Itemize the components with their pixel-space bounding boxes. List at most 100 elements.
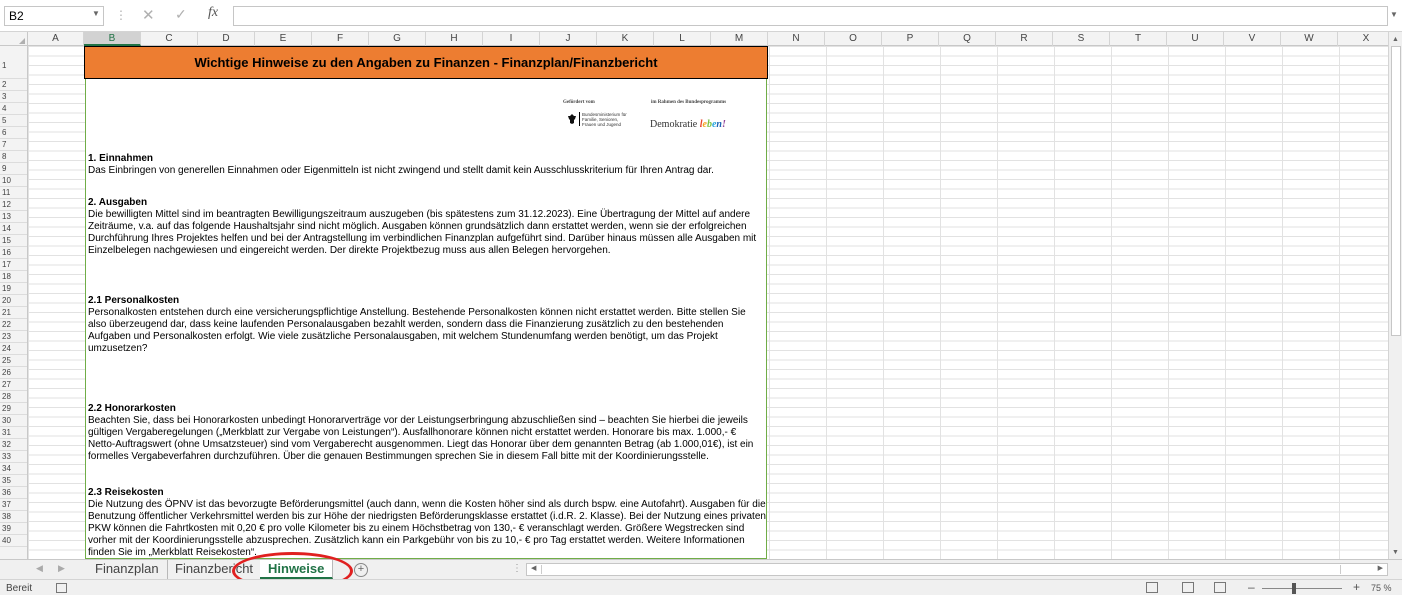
add-sheet-icon[interactable]: + <box>354 563 368 577</box>
row-header-13[interactable]: 13 <box>0 211 27 223</box>
scroll-up-icon[interactable]: ▲ <box>1392 36 1399 43</box>
row-header-5[interactable]: 5 <box>0 115 27 127</box>
macro-recording-icon[interactable] <box>56 583 67 593</box>
row-header-11[interactable]: 11 <box>0 187 27 199</box>
row-header-17[interactable]: 17 <box>0 259 27 271</box>
row-header-33[interactable]: 33 <box>0 451 27 463</box>
row-header-24[interactable]: 24 <box>0 343 27 355</box>
column-header-q[interactable]: Q <box>939 32 996 46</box>
column-header-d[interactable]: D <box>198 32 255 46</box>
row-header-28[interactable]: 28 <box>0 391 27 403</box>
zoom-level[interactable]: 75 % <box>1371 583 1392 593</box>
row-header-1[interactable]: 1 <box>0 46 27 79</box>
row-header-2[interactable]: 2 <box>0 79 27 91</box>
row-header-27[interactable]: 27 <box>0 379 27 391</box>
row-header-18[interactable]: 18 <box>0 271 27 283</box>
row-header-23[interactable]: 23 <box>0 331 27 343</box>
next-sheet-icon[interactable]: ▶ <box>58 563 65 574</box>
program-accent: leben! <box>699 119 726 130</box>
zoom-slider-thumb[interactable] <box>1292 583 1296 594</box>
column-header-h[interactable]: H <box>426 32 483 46</box>
row-header-10[interactable]: 10 <box>0 175 27 187</box>
row-header-4[interactable]: 4 <box>0 103 27 115</box>
column-header-i[interactable]: I <box>483 32 540 46</box>
row-header-12[interactable]: 12 <box>0 199 27 211</box>
row-header-36[interactable]: 36 <box>0 487 27 499</box>
formula-input[interactable] <box>233 6 1388 26</box>
sheet-tab-bar: ◀ ▶ Finanzplan Finanzbericht Hinweise + ⋮ … <box>0 559 1402 579</box>
insert-function-button[interactable]: fx <box>208 5 218 21</box>
row-header-37[interactable]: 37 <box>0 499 27 511</box>
row-header-15[interactable]: 15 <box>0 235 27 247</box>
page-layout-view-icon[interactable] <box>1182 582 1194 593</box>
expand-formula-bar-icon[interactable]: ▼ <box>1390 10 1398 19</box>
column-header-x[interactable]: X <box>1338 32 1395 46</box>
zoom-in-button[interactable]: + <box>1353 580 1360 594</box>
column-header-m[interactable]: M <box>711 32 768 46</box>
row-header-40[interactable]: 40 <box>0 535 27 547</box>
tab-split-handle[interactable]: ⋮ <box>512 563 522 574</box>
row-header-8[interactable]: 8 <box>0 151 27 163</box>
column-header-c[interactable]: C <box>141 32 198 46</box>
column-header-p[interactable]: P <box>882 32 939 46</box>
scroll-down-icon[interactable]: ▼ <box>1392 549 1399 556</box>
column-header-g[interactable]: G <box>369 32 426 46</box>
column-header-a[interactable]: A <box>28 32 84 46</box>
row-header-3[interactable]: 3 <box>0 91 27 103</box>
column-header-s[interactable]: S <box>1053 32 1110 46</box>
row-header-14[interactable]: 14 <box>0 223 27 235</box>
column-header-u[interactable]: U <box>1167 32 1224 46</box>
row-header-30[interactable]: 30 <box>0 415 27 427</box>
zoom-out-button[interactable]: – <box>1248 580 1255 594</box>
name-box[interactable]: B2 <box>4 6 104 26</box>
column-header-r[interactable]: R <box>996 32 1053 46</box>
section-1: 1. Einnahmen Das Einbringen von generelle… <box>88 153 766 177</box>
column-header-b[interactable]: B <box>84 32 141 46</box>
sheet-tab-finanzplan[interactable]: Finanzplan <box>87 560 168 579</box>
row-header-9[interactable]: 9 <box>0 163 27 175</box>
row-header-20[interactable]: 20 <box>0 295 27 307</box>
page-break-preview-icon[interactable] <box>1214 582 1226 593</box>
column-header-o[interactable]: O <box>825 32 882 46</box>
column-header-t[interactable]: T <box>1110 32 1167 46</box>
row-header-25[interactable]: 25 <box>0 355 27 367</box>
column-header-w[interactable]: W <box>1281 32 1338 46</box>
column-header-l[interactable]: L <box>654 32 711 46</box>
previous-sheet-icon[interactable]: ◀ <box>36 563 43 574</box>
row-header-39[interactable]: 39 <box>0 523 27 535</box>
column-header-k[interactable]: K <box>597 32 654 46</box>
row-header-6[interactable]: 6 <box>0 127 27 139</box>
horizontal-scroll-thumb[interactable] <box>541 565 1341 574</box>
sheet-title-cell[interactable]: Wichtige Hinweise zu den Angaben zu Fina… <box>84 46 768 79</box>
select-all-button[interactable] <box>0 32 28 46</box>
horizontal-scrollbar[interactable]: ◀ ▶ <box>526 563 1388 576</box>
row-header-26[interactable]: 26 <box>0 367 27 379</box>
row-header-29[interactable]: 29 <box>0 403 27 415</box>
sheet-tab-finanzbericht[interactable]: Finanzbericht <box>167 560 263 579</box>
row-header-19[interactable]: 19 <box>0 283 27 295</box>
vertical-scroll-thumb[interactable] <box>1391 46 1401 336</box>
row-header-34[interactable]: 34 <box>0 463 27 475</box>
sheet-tab-hinweise[interactable]: Hinweise <box>260 560 334 579</box>
row-header-38[interactable]: 38 <box>0 511 27 523</box>
column-header-j[interactable]: J <box>540 32 597 46</box>
name-box-dropdown-icon[interactable]: ▼ <box>92 9 100 18</box>
row-header-31[interactable]: 31 <box>0 427 27 439</box>
scroll-left-icon[interactable]: ◀ <box>531 564 536 572</box>
enter-icon[interactable]: ✓ <box>175 6 187 23</box>
zoom-slider-track[interactable] <box>1262 588 1342 589</box>
column-header-e[interactable]: E <box>255 32 312 46</box>
row-header-16[interactable]: 16 <box>0 247 27 259</box>
column-header-f[interactable]: F <box>312 32 369 46</box>
row-header-32[interactable]: 32 <box>0 439 27 451</box>
row-header-21[interactable]: 21 <box>0 307 27 319</box>
column-header-n[interactable]: N <box>768 32 825 46</box>
normal-view-icon[interactable] <box>1146 582 1158 593</box>
row-header-35[interactable]: 35 <box>0 475 27 487</box>
row-header-22[interactable]: 22 <box>0 319 27 331</box>
vertical-scrollbar[interactable]: ▲ ▼ <box>1388 32 1402 559</box>
column-header-v[interactable]: V <box>1224 32 1281 46</box>
scroll-right-icon[interactable]: ▶ <box>1378 564 1383 572</box>
row-header-7[interactable]: 7 <box>0 139 27 151</box>
cancel-icon[interactable]: ✕ <box>142 6 155 24</box>
